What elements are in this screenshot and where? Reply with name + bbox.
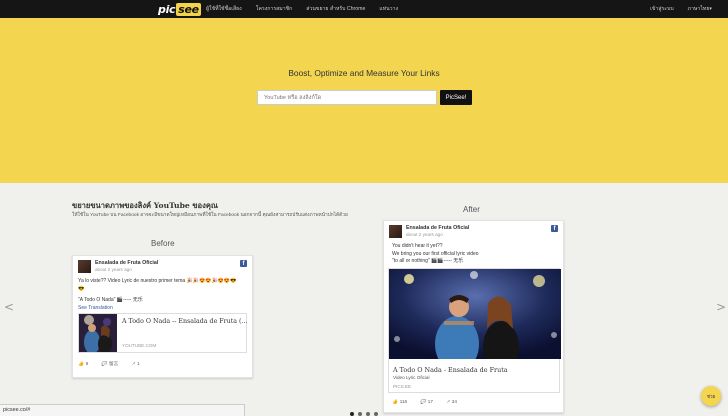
- post-text-line: We bring you our first official lyric vi…: [392, 250, 479, 257]
- hero-title: Boost, Optimize and Measure Your Links: [288, 68, 440, 78]
- page-name[interactable]: Ensalada de Fruta Oficial: [95, 260, 158, 266]
- nav-account: เข้าสู่ระบบ ภาษาไทย▾: [636, 0, 712, 18]
- link-title: A Todo O Nada -- Ensalada de Fruta (...: [122, 318, 248, 325]
- comment-icon: 💬: [101, 361, 108, 366]
- see-translation-link[interactable]: See Translation: [78, 305, 247, 313]
- post-reactions: 👍 6 💬 留言 ↗ 1: [73, 353, 252, 367]
- link-title: A Todo O Nada - Ensalada de Fruta: [393, 365, 508, 374]
- link-preview-small[interactable]: A Todo O Nada -- Ensalada de Fruta (... …: [78, 313, 247, 353]
- nav-item-celebrity-users[interactable]: ผู้ใช้ที่ใช้ชื่อเสียง: [206, 5, 242, 13]
- facebook-icon: f: [240, 260, 247, 267]
- carousel-prev-arrow[interactable]: <: [4, 300, 14, 314]
- language-dropdown[interactable]: ภาษาไทย▾: [688, 5, 712, 13]
- comment-count[interactable]: 💬 17: [420, 399, 433, 405]
- help-button[interactable]: ช่วย: [701, 386, 721, 406]
- after-label: After: [463, 205, 480, 214]
- carousel-dot[interactable]: [366, 412, 370, 416]
- link-preview-large[interactable]: A Todo O Nada - Ensalada de Fruta Video …: [388, 267, 561, 393]
- after-post-card: Ensalada de Fruta Oficial about 2 years …: [383, 220, 564, 413]
- nav-item-chrome-extension[interactable]: ส่วนขยาย สำหรับ Chrome: [306, 5, 365, 13]
- share-count[interactable]: ↗ 1: [131, 361, 139, 367]
- post-header: Ensalada de Fruta Oficial about 2 years …: [384, 221, 563, 239]
- status-bar-url: picsee.co/#: [0, 404, 245, 416]
- post-header: Ensalada de Fruta Oficial about 2 years …: [73, 256, 252, 274]
- carousel-next-arrow[interactable]: >: [716, 300, 726, 314]
- post-quote: "A Todo O Nada" 🎬----- 无乐: [78, 297, 143, 303]
- section-title: ขยายขนาดภาพของลิงค์ YouTube ของคุณ: [72, 201, 218, 210]
- nav-item-login[interactable]: เข้าสู่ระบบ: [650, 5, 674, 13]
- link-thumbnail-large: [389, 268, 561, 373]
- carousel-dot[interactable]: [350, 412, 354, 416]
- before-post-card: Ensalada de Fruta Oficial about 2 years …: [72, 255, 253, 378]
- link-thumbnail-small: [79, 314, 117, 352]
- post-text-line: You didn't hear it yet??: [392, 243, 443, 249]
- post-text-line: 😎: [78, 285, 85, 292]
- picsee-logo[interactable]: pic see: [158, 2, 201, 16]
- carousel-dot[interactable]: [374, 412, 378, 416]
- picsee-submit-button[interactable]: PicSee!: [440, 90, 472, 105]
- url-input[interactable]: [257, 90, 437, 105]
- nav-item-membership[interactable]: โครงการสมาชิก: [256, 5, 293, 13]
- like-count[interactable]: 👍 6: [78, 361, 88, 367]
- nav-main: ผู้ใช้ที่ใช้ชื่อเสียง โครงการสมาชิก ส่วน…: [206, 0, 412, 18]
- before-label: Before: [151, 239, 175, 248]
- share-count[interactable]: ↗ 34: [446, 399, 457, 405]
- post-reactions: 👍 116 💬 17 ↗ 34: [384, 393, 563, 405]
- avatar: [78, 260, 91, 273]
- link-domain: YOUTUBE.COM: [122, 343, 157, 348]
- post-time: about 2 years ago: [406, 232, 443, 237]
- share-icon: ↗: [445, 398, 450, 404]
- comment-count[interactable]: 💬 留言: [101, 361, 118, 367]
- nav-item-dashboard[interactable]: แท่นวาง: [379, 5, 398, 13]
- post-text-line: "to all or nothing" 🎬🎬----- 无乐: [392, 258, 464, 264]
- thumbs-up-icon: 👍: [392, 398, 398, 404]
- avatar: [389, 225, 402, 238]
- facebook-icon: f: [551, 225, 558, 232]
- comment-icon: 💬: [420, 398, 426, 404]
- top-navbar: pic see ผู้ใช้ที่ใช้ชื่อเสียง โครงการสมาช…: [0, 0, 728, 18]
- logo-prefix: pic: [158, 2, 176, 16]
- like-count[interactable]: 👍 116: [392, 399, 407, 405]
- post-time: about 2 years ago: [95, 267, 132, 272]
- hero-section: Boost, Optimize and Measure Your Links P…: [0, 18, 728, 183]
- link-domain: PICS.EE: [393, 383, 412, 389]
- carousel-dot[interactable]: [358, 412, 362, 416]
- post-text-line: Ya lo viste?? Video Lyric de nuestro pri…: [78, 278, 237, 284]
- logo-suffix: see: [176, 2, 201, 16]
- page-name[interactable]: Ensalada de Fruta Oficial: [406, 225, 469, 231]
- carousel-dots: [350, 412, 382, 416]
- section-description: ให้ใช้ใน YouTube บน Facebook อาจจะมีขนาด…: [72, 213, 348, 218]
- thumbs-up-icon: 👍: [78, 361, 84, 366]
- share-icon: ↗: [131, 361, 136, 366]
